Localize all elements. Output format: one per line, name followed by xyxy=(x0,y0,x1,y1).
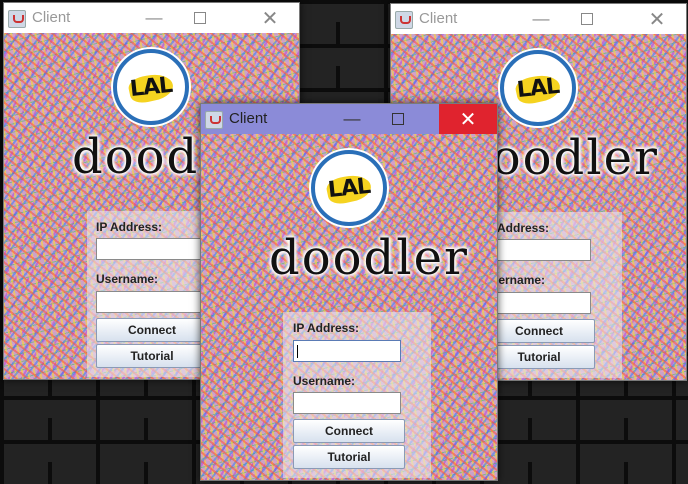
logo-text: LAL xyxy=(128,72,174,102)
window-title: Client xyxy=(229,110,268,127)
maximize-icon xyxy=(194,12,206,24)
title-bar[interactable]: Client — ✕ xyxy=(201,104,497,134)
close-icon: ✕ xyxy=(459,108,477,131)
maximize-button[interactable] xyxy=(375,104,421,134)
java-cup-icon xyxy=(205,111,223,129)
client-window-front[interactable]: Client — ✕ LAL doodler IP Address: Usern… xyxy=(200,103,498,481)
window-title: Client xyxy=(32,9,71,26)
connect-button[interactable]: Connect xyxy=(483,319,595,343)
ip-address-label: IP Address: xyxy=(293,321,360,335)
close-button[interactable]: ✕ xyxy=(439,104,497,134)
maximize-icon xyxy=(392,113,404,125)
logo-text: LAL xyxy=(326,173,372,203)
app-name: doodler xyxy=(269,230,469,286)
connect-button[interactable]: Connect xyxy=(293,419,405,443)
minimize-icon: — xyxy=(532,9,550,28)
tutorial-button[interactable]: Tutorial xyxy=(96,344,208,368)
ip-address-input[interactable] xyxy=(293,340,401,362)
connect-button[interactable]: Connect xyxy=(96,318,208,342)
maximize-button[interactable] xyxy=(564,4,610,34)
minimize-button[interactable]: — xyxy=(518,4,564,34)
close-icon: ✕ xyxy=(648,8,666,31)
username-label: Username: xyxy=(293,374,356,388)
minimize-icon: — xyxy=(145,8,163,27)
login-panel: IP Address: Username: Connect Tutorial xyxy=(283,312,431,478)
title-bar[interactable]: Client — ✕ xyxy=(391,4,686,34)
ip-address-label: IP Address: xyxy=(96,220,163,234)
tutorial-button[interactable]: Tutorial xyxy=(293,445,405,469)
lal-logo: LAL xyxy=(311,150,387,226)
username-input[interactable] xyxy=(293,392,401,414)
lal-logo: LAL xyxy=(113,49,189,125)
window-title: Client xyxy=(419,10,458,27)
java-cup-icon xyxy=(8,10,26,28)
ip-address-input[interactable] xyxy=(483,239,591,261)
close-button[interactable]: ✕ xyxy=(628,4,686,34)
maximize-button[interactable] xyxy=(177,3,223,33)
minimize-button[interactable]: — xyxy=(131,3,177,33)
java-cup-icon xyxy=(395,11,413,29)
close-button[interactable]: ✕ xyxy=(241,3,299,33)
maximize-icon xyxy=(581,13,593,25)
lal-logo: LAL xyxy=(500,50,576,126)
title-bar[interactable]: Client — ✕ xyxy=(4,3,299,33)
username-input[interactable] xyxy=(483,292,591,314)
minimize-icon: — xyxy=(343,109,361,128)
username-label: Username: xyxy=(96,272,159,286)
tutorial-button[interactable]: Tutorial xyxy=(483,345,595,369)
doodle-background: LAL doodler IP Address: Username: Connec… xyxy=(201,134,497,480)
minimize-button[interactable]: — xyxy=(329,104,375,134)
close-icon: ✕ xyxy=(261,7,279,30)
logo-text: LAL xyxy=(515,73,561,103)
ip-address-input[interactable] xyxy=(96,238,204,260)
username-input[interactable] xyxy=(96,291,204,313)
